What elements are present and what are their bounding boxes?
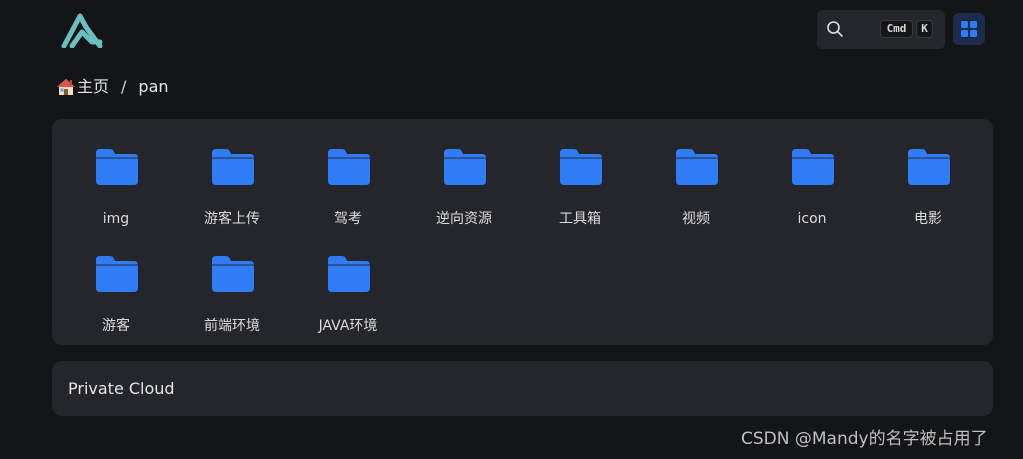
layout-toggle-button[interactable]: [953, 13, 985, 45]
app-logo[interactable]: [60, 12, 104, 48]
shortcut-k-key: K: [916, 20, 933, 38]
folder-item-driving-test[interactable]: 驾考: [290, 123, 406, 227]
folder-label: 驾考: [334, 211, 362, 227]
folder-item-visitor-upload[interactable]: 游客上传: [174, 123, 290, 227]
folder-item-frontend-env[interactable]: 前端环境: [174, 230, 290, 334]
folder-item-icon[interactable]: icon: [754, 123, 870, 227]
folder-item-java-env[interactable]: JAVA环境: [290, 230, 406, 334]
folder-label: JAVA环境: [318, 318, 378, 334]
folder-label: 视频: [682, 211, 710, 227]
folder-icon: [328, 149, 370, 185]
folder-label: 游客: [102, 318, 130, 334]
house-icon: [57, 79, 75, 95]
folder-label: 游客上传: [204, 211, 260, 227]
grid-icon: [961, 21, 977, 37]
folder-item-movies[interactable]: 电影: [870, 123, 986, 227]
private-cloud-panel: Private Cloud: [52, 361, 993, 416]
shortcut-cmd-key: Cmd: [880, 20, 913, 38]
folder-icon: [212, 256, 254, 292]
folder-grid-panel: img 游客上传 驾考 逆向资源 工具箱 视频 icon 电影 游客 前端环境 …: [52, 119, 993, 345]
folder-icon: [328, 256, 370, 292]
folder-icon: [676, 149, 718, 185]
folder-item-visitor[interactable]: 游客: [58, 230, 174, 334]
top-header: Cmd K: [0, 0, 1023, 62]
folder-label: icon: [797, 211, 827, 227]
search-button[interactable]: Cmd K: [817, 10, 945, 49]
folder-item-toolbox[interactable]: 工具箱: [522, 123, 638, 227]
folder-icon: [444, 149, 486, 185]
folder-label: 前端环境: [204, 318, 260, 334]
folder-label: 逆向资源: [436, 211, 492, 227]
breadcrumb: 主页 / pan: [56, 76, 169, 98]
folder-label: 电影: [914, 211, 942, 227]
folder-icon: [792, 149, 834, 185]
folder-item-img[interactable]: img: [58, 123, 174, 227]
watermark-text: CSDN @Mandy的名字被占用了: [741, 429, 988, 449]
search-icon: [827, 21, 843, 37]
breadcrumb-separator: /: [121, 77, 127, 96]
breadcrumb-current[interactable]: pan: [138, 76, 168, 98]
folder-item-reverse-resources[interactable]: 逆向资源: [406, 123, 522, 227]
folder-icon: [560, 149, 602, 185]
folder-label: 工具箱: [559, 211, 601, 227]
folder-icon: [908, 149, 950, 185]
folder-icon: [96, 256, 138, 292]
folder-label: img: [102, 211, 130, 227]
private-cloud-title: Private Cloud: [68, 379, 175, 398]
breadcrumb-home-link[interactable]: 主页: [77, 76, 109, 98]
folder-icon: [212, 149, 254, 185]
folder-icon: [96, 149, 138, 185]
folder-item-video[interactable]: 视频: [638, 123, 754, 227]
